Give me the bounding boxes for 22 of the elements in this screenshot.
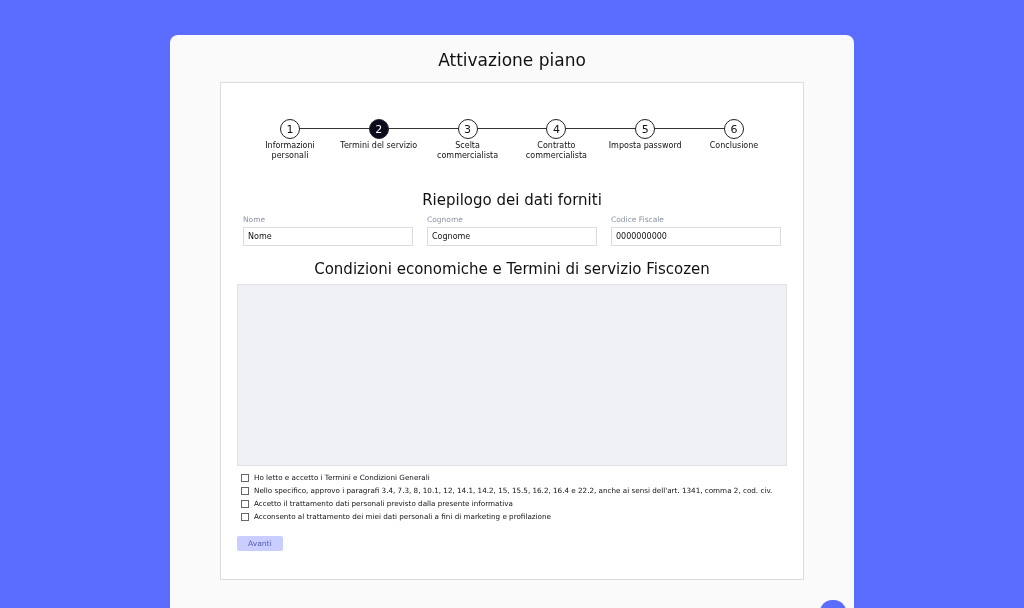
checkbox[interactable] xyxy=(241,500,249,508)
step-label: Termini del servizio xyxy=(340,141,418,151)
step-number: 3 xyxy=(457,119,478,139)
step-label: Imposta password xyxy=(608,141,682,151)
step-number: 6 xyxy=(724,119,744,139)
page-title: Attivazione piano xyxy=(437,50,587,70)
step-label: Conclusione xyxy=(709,141,759,151)
step-label: Informazioni personali xyxy=(264,141,316,161)
section-title: Riepilogo dei dati forniti xyxy=(421,191,603,209)
section-title: Condizioni economiche e Termini di servizio Fiscozen xyxy=(313,260,711,278)
input-field[interactable]: Cognome xyxy=(427,227,597,246)
step-number: 4 xyxy=(546,119,567,139)
checkbox[interactable] xyxy=(241,513,249,521)
input-field[interactable]: Nome xyxy=(243,227,413,246)
step-number: 2 xyxy=(368,119,389,139)
step-label: Scelta commercialista xyxy=(436,141,500,161)
step-number: 5 xyxy=(635,119,656,139)
input-field[interactable]: 0000000000 xyxy=(611,227,781,246)
checkbox[interactable] xyxy=(241,474,249,482)
checkbox[interactable] xyxy=(241,487,249,495)
step-label: Contratto commercialista xyxy=(524,141,588,161)
step-number: 1 xyxy=(280,119,300,139)
